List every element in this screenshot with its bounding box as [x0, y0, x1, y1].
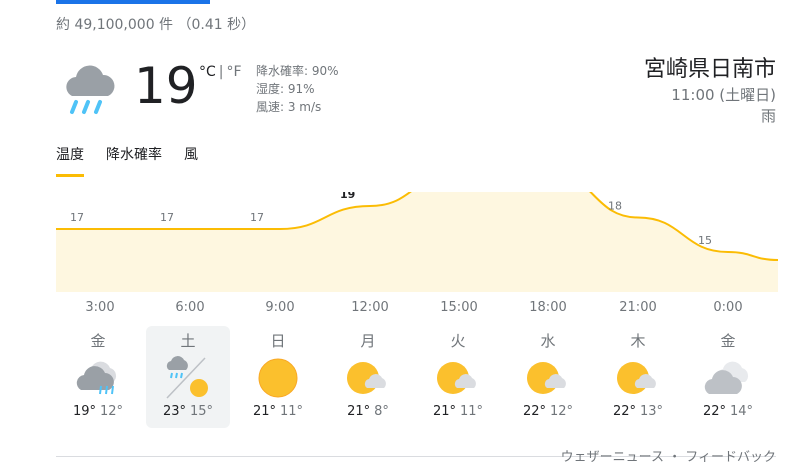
partly-cloudy-icon — [341, 356, 395, 400]
current-temperature: 19 — [134, 57, 198, 115]
tab-wind[interactable]: 風 — [184, 144, 198, 177]
day-low: 8° — [374, 404, 389, 419]
day-high: 22° — [612, 404, 636, 419]
day-forecast[interactable]: 火 21° 11° — [416, 326, 500, 428]
rain-cloud-icon — [71, 356, 125, 400]
rain-then-sun-icon — [161, 356, 215, 400]
day-low: 14° — [730, 404, 754, 419]
tab-temperature[interactable]: 温度 — [56, 144, 84, 177]
day-temps: 21° 8° — [326, 404, 410, 419]
day-temps: 22° 14° — [686, 404, 770, 419]
hour-axis: 3:00 6:00 9:00 12:00 15:00 18:00 21:00 0:00 — [0, 300, 800, 320]
day-low: 15° — [190, 404, 214, 419]
hour-label: 15:00 — [440, 300, 478, 315]
day-high: 23° — [162, 404, 186, 419]
sun-icon — [251, 356, 305, 400]
hour-label: 0:00 — [713, 300, 743, 315]
day-name: 土 — [180, 332, 196, 350]
cloudy-icon — [701, 356, 755, 400]
day-high: 22° — [522, 404, 546, 419]
temperature-data-label: 17 — [160, 211, 174, 224]
temperature-data-label: 18 — [608, 200, 622, 213]
wind-text: 風速: 3 m/s — [256, 100, 322, 114]
day-temps: 21° 11° — [236, 404, 320, 419]
day-name: 金 — [720, 332, 736, 350]
day-forecast[interactable]: 土 23° 15° — [146, 326, 230, 428]
partly-cloudy-icon — [521, 356, 575, 400]
partly-cloudy-icon — [431, 356, 485, 400]
day-high: 21° — [432, 404, 456, 419]
day-forecast[interactable]: 木 22° 13° — [596, 326, 680, 428]
hour-label: 9:00 — [265, 300, 295, 315]
day-temps: 22° 13° — [596, 404, 680, 419]
hour-label: 3:00 — [85, 300, 115, 315]
day-forecast[interactable]: 月 21° 8° — [326, 326, 410, 428]
location-block: 宮崎県日南市 11:00 (土曜日) 雨 — [644, 55, 776, 127]
humidity-text: 湿度: 91% — [256, 82, 315, 96]
day-low: 11° — [460, 404, 484, 419]
precipitation-text: 降水確率: 90% — [256, 64, 339, 78]
active-tab-indicator — [56, 0, 210, 4]
temperature-data-label: 17 — [250, 211, 264, 224]
tab-precipitation[interactable]: 降水確率 — [106, 144, 162, 177]
temperature-data-label: 15 — [698, 234, 712, 247]
day-high: 21° — [347, 404, 371, 419]
hour-label: 21:00 — [619, 300, 657, 315]
day-forecast[interactable]: 日 21° 11° — [236, 326, 320, 428]
temperature-area — [56, 192, 778, 292]
day-temps: 21° 11° — [416, 404, 500, 419]
day-low: 12° — [100, 404, 124, 419]
day-temps: 23° 15° — [146, 404, 230, 419]
location-time: 11:00 (土曜日) — [671, 86, 776, 104]
result-stats: 約 49,100,000 件 （0.41 秒） — [56, 17, 256, 33]
weather-details: 降水確率: 90% 湿度: 91% 風速: 3 m/s — [256, 62, 339, 116]
day-low: 13° — [640, 404, 664, 419]
day-low: 12° — [550, 404, 574, 419]
day-forecast[interactable]: 金 22° 14° — [686, 326, 770, 428]
day-name: 水 — [540, 332, 556, 350]
day-high: 22° — [702, 404, 726, 419]
day-forecast[interactable]: 水 22° 12° — [506, 326, 590, 428]
day-name: 木 — [630, 332, 646, 350]
current-condition: 雨 — [760, 107, 776, 125]
hour-label: 18:00 — [529, 300, 567, 315]
day-high: 21° — [252, 404, 276, 419]
partly-cloudy-icon — [611, 356, 665, 400]
day-forecast[interactable]: 金 19° 12° — [56, 326, 140, 428]
day-name: 日 — [270, 332, 286, 350]
day-name: 月 — [360, 332, 376, 350]
celsius-toggle[interactable]: °C — [199, 64, 216, 80]
fahrenheit-toggle[interactable]: °F — [227, 64, 242, 80]
temperature-data-label: 17 — [70, 211, 84, 224]
weather-news-link[interactable]: ウェザーニュース — [561, 450, 664, 465]
day-low: 11° — [280, 404, 304, 419]
temperature-data-label: 19 — [340, 192, 355, 201]
feedback-link[interactable]: フィードバック — [685, 450, 776, 465]
day-temps: 19° 12° — [56, 404, 140, 419]
day-name: 金 — [90, 332, 106, 350]
rain-cloud-icon — [58, 58, 122, 122]
chart-tabs: 温度 降水確率 風 — [56, 144, 198, 177]
day-temps: 22° 12° — [506, 404, 590, 419]
footer: ウェザーニュース ・ フィードバック — [560, 450, 776, 465]
temperature-chart: 1717171922221815 — [56, 192, 778, 292]
day-name: 火 — [450, 332, 466, 350]
hour-label: 6:00 — [175, 300, 205, 315]
hour-label: 12:00 — [351, 300, 389, 315]
location-name: 宮崎県日南市 — [643, 57, 776, 82]
unit-toggle: °C | °F — [199, 64, 242, 80]
day-high: 19° — [72, 404, 96, 419]
